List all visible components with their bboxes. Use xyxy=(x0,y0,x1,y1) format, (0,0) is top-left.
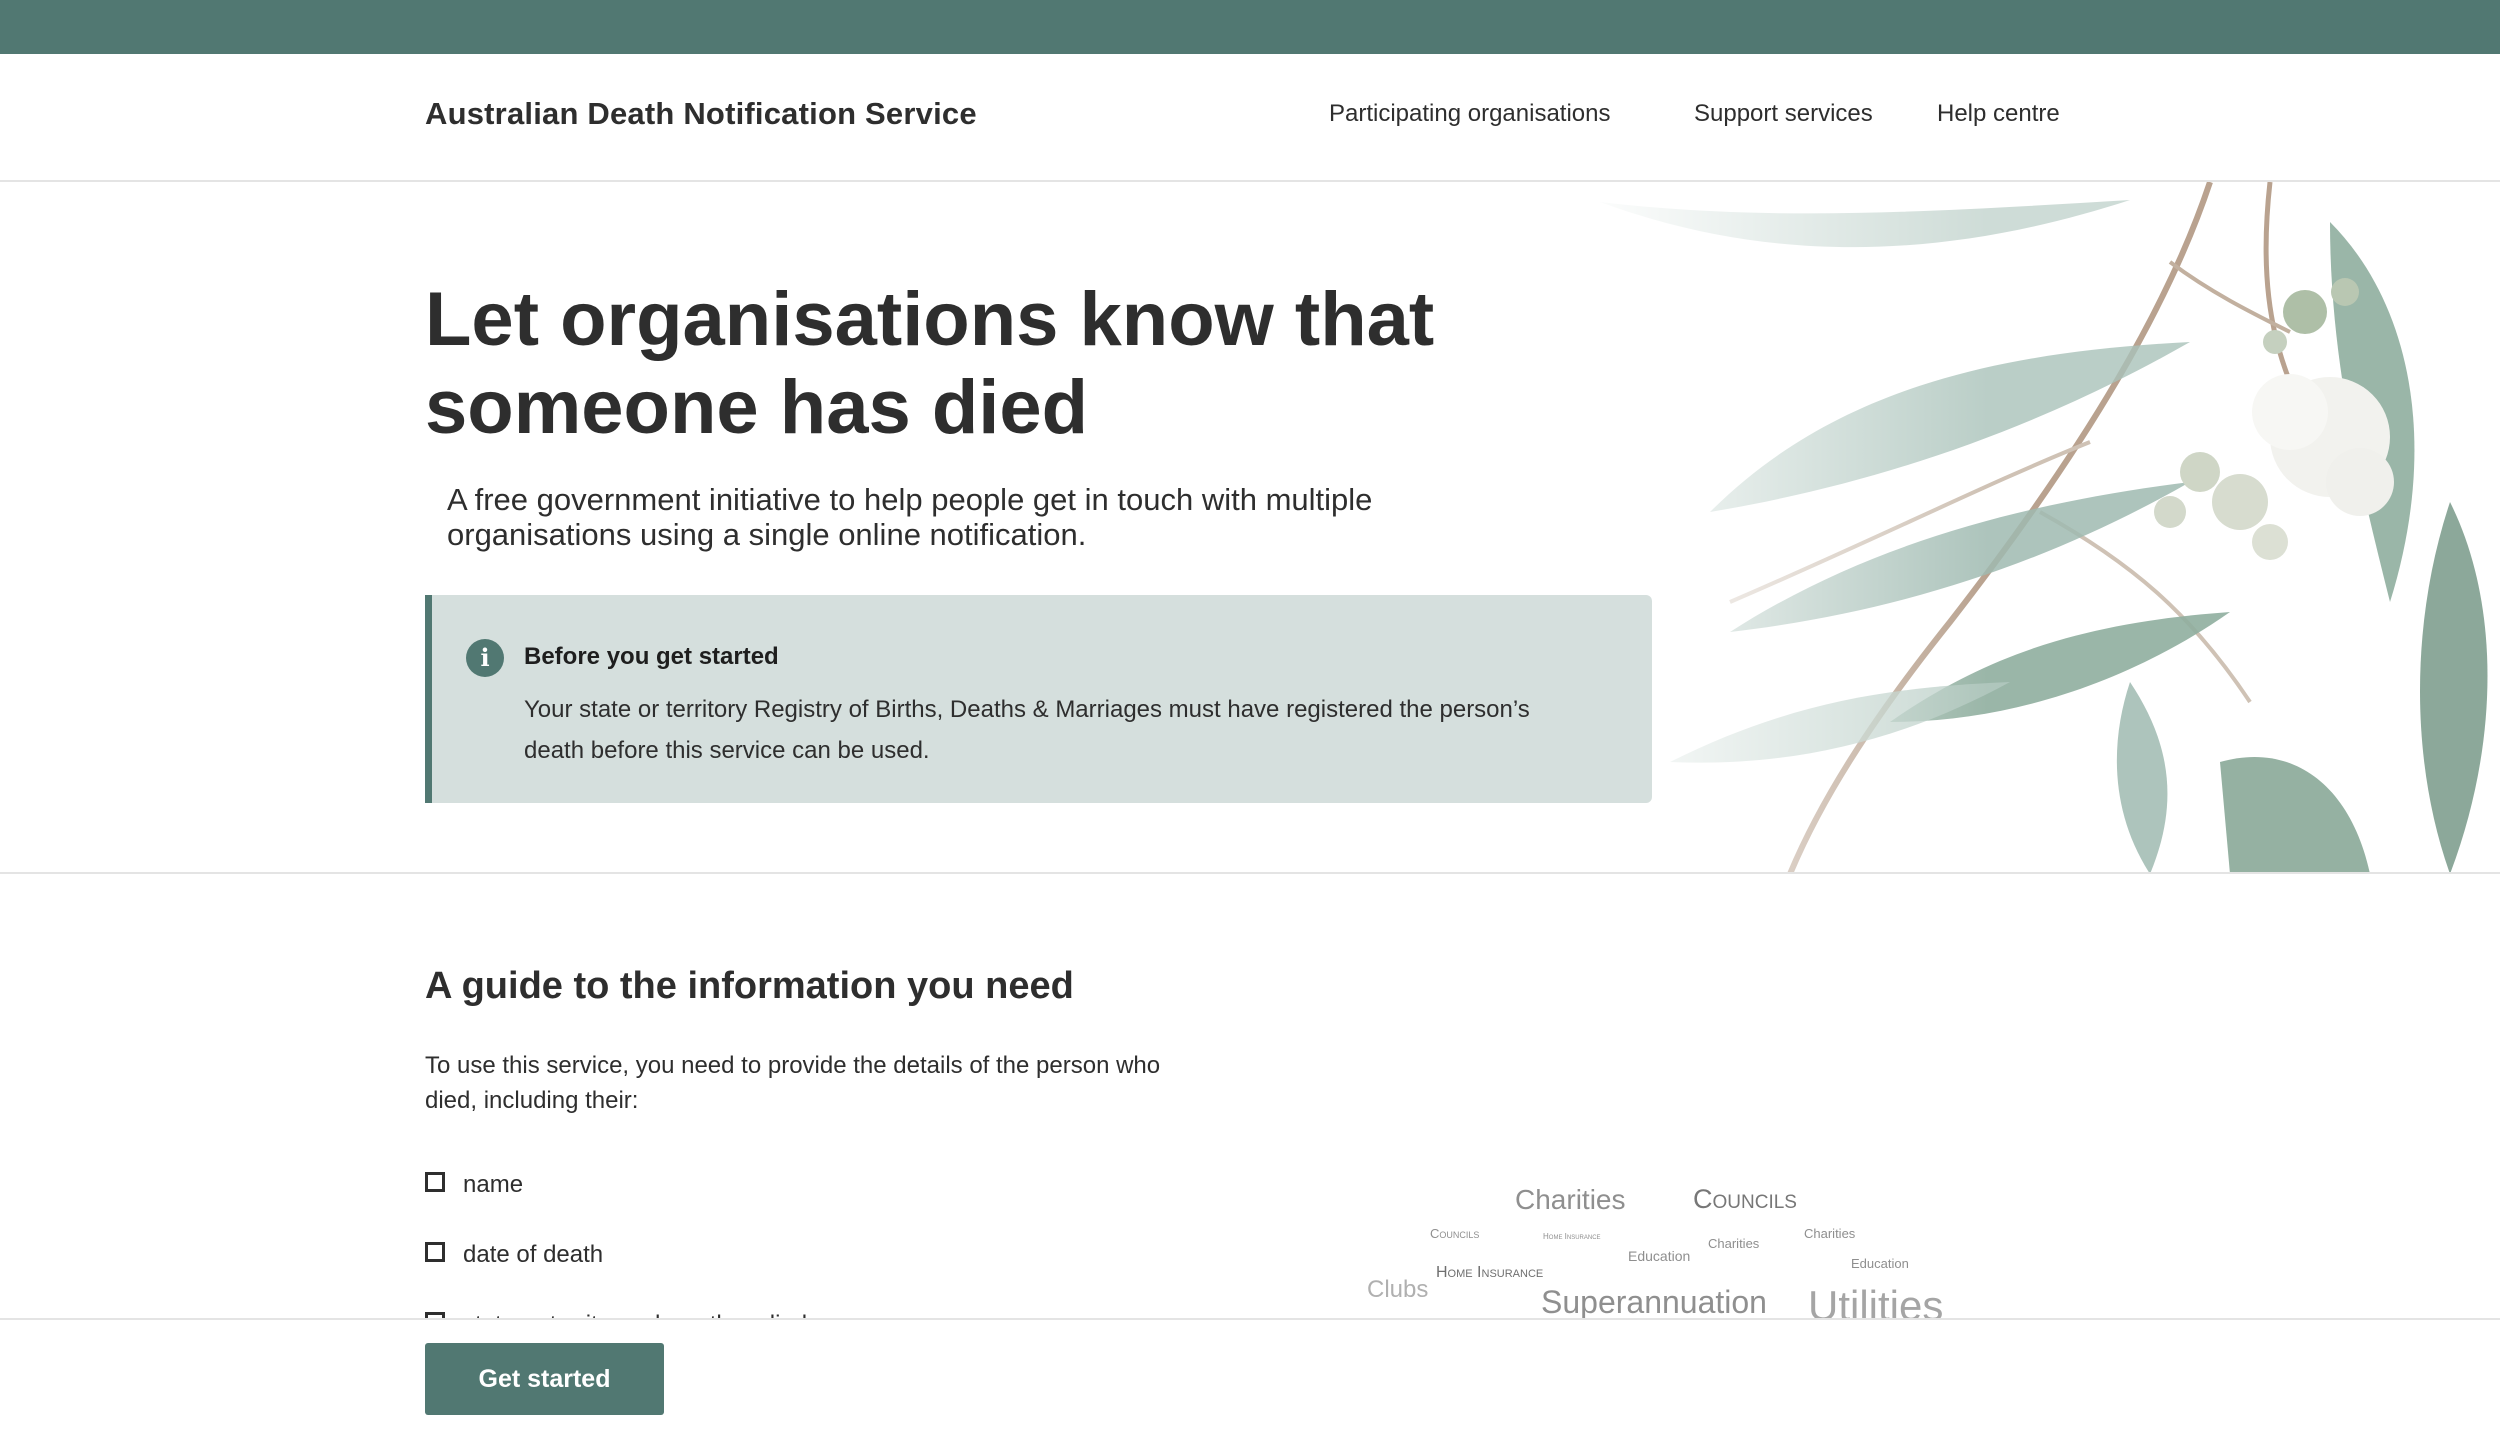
top-banner xyxy=(0,0,2500,54)
callout-body: Your state or territory Registry of Birt… xyxy=(524,696,1530,764)
cloud-word: Charities xyxy=(1515,1184,1626,1215)
list-item: date of death xyxy=(425,1220,807,1290)
checkbox-icon xyxy=(425,1172,445,1192)
list-item-label: date of death xyxy=(463,1241,604,1268)
cloud-word: Charities xyxy=(1804,1226,1856,1241)
hero-subtitle: A free government initiative to help peo… xyxy=(447,482,1373,552)
cloud-word: Councils xyxy=(1430,1226,1480,1241)
guide-heading: A guide to the information you need xyxy=(425,965,1074,1007)
cloud-word: Home Insurance xyxy=(1543,1232,1601,1241)
checkbox-icon xyxy=(425,1242,445,1262)
page-title: Let organisations know that someone has … xyxy=(425,277,1435,450)
nav-participating-organisations[interactable]: Participating organisations xyxy=(1329,100,1611,128)
cloud-word: Clubs xyxy=(1367,1276,1429,1303)
get-started-button[interactable]: Get started xyxy=(425,1343,664,1415)
guide-intro: To use this service, you need to provide… xyxy=(425,1052,1161,1114)
callout-title: Before you get started xyxy=(524,643,779,670)
list-item: name xyxy=(425,1150,807,1220)
eucalyptus-illustration xyxy=(1570,182,2500,872)
nav-help-centre[interactable]: Help centre xyxy=(1937,100,2060,128)
cloud-word: Charities xyxy=(1708,1236,1760,1251)
nav-support-services[interactable]: Support services xyxy=(1694,100,1873,128)
cloud-word: Home Insurance xyxy=(1436,1264,1544,1281)
info-icon: i xyxy=(466,639,504,677)
list-item-label: name xyxy=(463,1171,524,1198)
cloud-word: Superannuation xyxy=(1541,1284,1767,1320)
cloud-word: Councils xyxy=(1693,1184,1797,1214)
cloud-word: Education xyxy=(1851,1256,1909,1271)
hero-section: Let organisations know that someone has … xyxy=(0,182,2500,874)
cloud-word: Education xyxy=(1628,1248,1691,1264)
sticky-footer: Get started xyxy=(0,1318,2500,1430)
info-callout: i Before you get started Your state or t… xyxy=(425,595,1652,803)
site-title[interactable]: Australian Death Notification Service xyxy=(425,96,977,132)
site-header: Australian Death Notification Service Pa… xyxy=(0,54,2500,182)
